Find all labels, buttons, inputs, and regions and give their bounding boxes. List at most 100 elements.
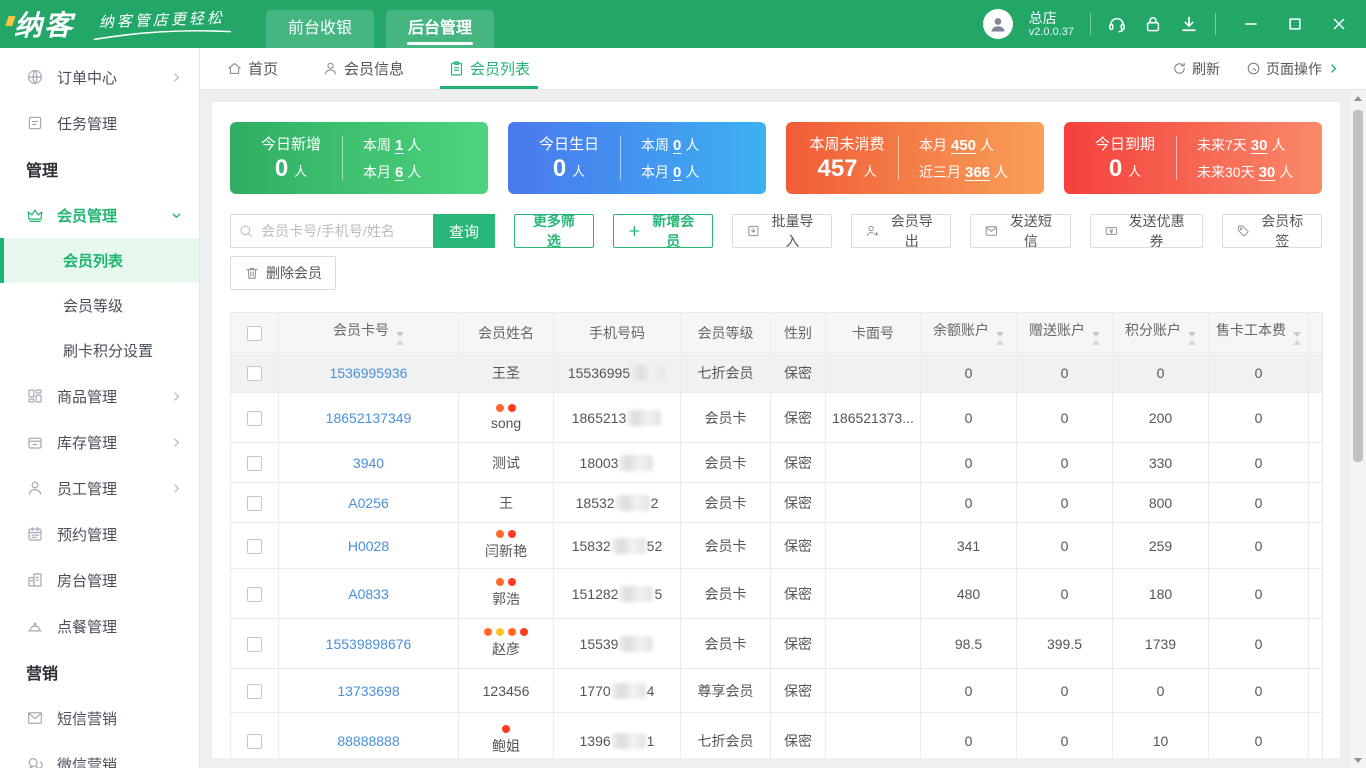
member-card-no-link[interactable]: H0028 — [348, 538, 389, 554]
member-gender-cell: 保密 — [770, 522, 826, 569]
sidebar-item[interactable]: 微信营销 — [0, 741, 199, 768]
row-checkbox[interactable] — [247, 365, 262, 381]
member-card-no-link[interactable]: 18652137349 — [326, 410, 412, 426]
toolbar-button[interactable]: 会员标签 — [1221, 213, 1323, 249]
detail-unit: 人 — [1279, 163, 1294, 180]
content-tab[interactable]: 会员信息 — [322, 48, 404, 89]
table-row[interactable]: 1536995936 王圣 15536995 七折会员 保密 0 0 0 0 — [230, 352, 1323, 393]
sidebar-subitem[interactable]: 会员列表 — [0, 238, 199, 283]
support-headset-icon[interactable] — [1107, 14, 1127, 34]
maximize-button[interactable] — [1286, 15, 1304, 33]
table-row[interactable]: 13733698 123456 1770 4 尊享会员 保密 0 0 0 0 — [230, 668, 1323, 713]
member-card-no-link[interactable]: 13733698 — [337, 683, 399, 699]
sidebar-item-label: 订单中心 — [57, 69, 118, 87]
row-checkbox[interactable] — [247, 455, 262, 471]
gauge-icon — [1246, 61, 1261, 76]
filler-cell — [1308, 482, 1323, 523]
sort-icon[interactable] — [996, 332, 1004, 345]
toolbar-button[interactable]: 更多筛选 — [514, 213, 594, 249]
sidebar-item[interactable]: 商品管理 — [0, 373, 199, 419]
mode-tab[interactable]: 前台收银 — [266, 10, 375, 48]
sidebar-item-label: 短信营销 — [57, 710, 118, 728]
table-row[interactable]: H0028 闫新艳 15832 52 会员卡 保密 341 0 259 0 — [230, 522, 1323, 569]
toolbar-button[interactable]: 发送优惠券 — [1089, 213, 1203, 249]
toolbar-button[interactable]: 新增会员 — [612, 213, 714, 249]
row-checkbox[interactable] — [247, 733, 262, 749]
column-header[interactable]: 赠送账户 — [1016, 312, 1113, 353]
sort-icon[interactable] — [1092, 332, 1100, 345]
sidebar-item[interactable]: 库存管理 — [0, 419, 199, 465]
sidebar-subitem[interactable]: 会员等级 — [0, 283, 199, 328]
table-row[interactable]: 3940 测试 18003 会员卡 保密 0 0 330 0 — [230, 442, 1323, 483]
sidebar-subitem[interactable]: 刷卡积分设置 — [0, 328, 199, 373]
vertical-scrollbar[interactable] — [1350, 90, 1366, 768]
table-row[interactable]: 88888888 鲍姐 1396 1 七折会员 保密 0 0 10 0 — [230, 712, 1323, 758]
sidebar-item[interactable]: 预约管理 — [0, 511, 199, 557]
minimize-button[interactable] — [1242, 15, 1260, 33]
column-header[interactable]: 积分账户 — [1112, 312, 1209, 353]
select-all-checkbox[interactable] — [247, 325, 262, 341]
page-actions-button[interactable]: 页面操作 — [1246, 59, 1340, 79]
avatar[interactable] — [982, 9, 1013, 39]
points-account-cell: 180 — [1112, 568, 1209, 619]
member-card-no-link[interactable]: A0256 — [348, 495, 388, 511]
delete-member-button[interactable]: 删除会员 — [230, 256, 336, 290]
sidebar-item[interactable]: 员工管理 — [0, 465, 199, 511]
sidebar-item[interactable]: 任务管理 — [0, 100, 199, 146]
detail-label: 本月 — [363, 163, 391, 180]
sidebar-item[interactable]: 点餐管理 — [0, 603, 199, 649]
member-name-cell: 王圣 — [458, 352, 554, 393]
column-header[interactable]: 售卡工本费 — [1208, 312, 1309, 353]
table-row[interactable]: 15539898676 赵彦 15539 会员卡 保密 98.5 399.5 1739 0 — [230, 618, 1323, 669]
app-version: v2.0.0.37 — [1028, 25, 1074, 38]
row-checkbox[interactable] — [247, 683, 262, 699]
search-input[interactable] — [230, 214, 433, 248]
stat-card-main: 本周未消费 457 人 — [796, 133, 898, 183]
sidebar-item[interactable]: 会员管理 — [0, 192, 199, 238]
member-card-no-link[interactable]: 15539898676 — [326, 636, 412, 652]
query-button[interactable]: 查询 — [433, 214, 495, 248]
column-header[interactable]: 余额账户 — [920, 312, 1017, 353]
member-card-no-link[interactable]: 1536995936 — [330, 365, 408, 381]
tag-icon — [1236, 223, 1251, 239]
row-checkbox[interactable] — [247, 410, 262, 426]
member-name-cell: 闫新艳 — [458, 522, 554, 569]
sidebar-item[interactable]: 订单中心 — [0, 54, 199, 100]
download-icon[interactable] — [1179, 14, 1199, 34]
scrollbar-down-arrow[interactable] — [1350, 752, 1366, 768]
row-checkbox[interactable] — [247, 636, 262, 652]
stat-card-detail-line: 本周 1 人 — [363, 135, 478, 155]
toolbar-button[interactable]: 批量导入 — [732, 213, 833, 249]
column-header[interactable]: 会员卡号 — [278, 312, 459, 353]
sort-icon[interactable] — [1293, 332, 1301, 345]
content-tab[interactable]: 会员列表 — [440, 48, 539, 89]
titlebar-right: 总店 v2.0.0.37 — [982, 9, 1348, 39]
titlebar-separator — [1215, 13, 1216, 35]
close-button[interactable] — [1330, 15, 1348, 33]
stat-card-detail-line: 本周 0 人 — [641, 135, 756, 155]
detail-number: 30 — [1258, 163, 1276, 181]
content-tab[interactable]: 首页 — [226, 48, 278, 89]
toolbar-button[interactable]: 会员导出 — [851, 213, 952, 249]
row-checkbox[interactable] — [247, 538, 262, 554]
scrollbar-thumb[interactable] — [1353, 110, 1363, 462]
scrollbar-up-arrow[interactable] — [1350, 90, 1366, 106]
member-card-no-link[interactable]: 88888888 — [337, 733, 399, 749]
table-row[interactable]: A0256 王 18532 2 会员卡 保密 0 0 800 0 — [230, 482, 1323, 523]
member-level-cell: 会员卡 — [680, 568, 771, 619]
toolbar-button[interactable]: 发送短信 — [970, 213, 1071, 249]
sort-icon[interactable] — [1188, 332, 1196, 345]
lock-icon[interactable] — [1143, 14, 1163, 34]
member-card-no-link[interactable]: 3940 — [353, 455, 384, 471]
sort-icon[interactable] — [396, 332, 404, 345]
row-checkbox[interactable] — [247, 586, 262, 602]
table-row[interactable]: A0833 郭浩 151282 5 会员卡 保密 480 0 180 0 — [230, 568, 1323, 619]
table-row[interactable]: 18652137349 song 1865213 会员卡 保密 186521373... 0… — [230, 392, 1323, 443]
sidebar-item[interactable]: 房台管理 — [0, 557, 199, 603]
sidebar-item[interactable]: 短信营销 — [0, 695, 199, 741]
member-card-no-link[interactable]: A0833 — [348, 586, 388, 602]
refresh-button[interactable]: 刷新 — [1172, 59, 1220, 79]
stat-card-detail-line: 本月 450 人 — [919, 135, 1034, 155]
row-checkbox[interactable] — [247, 495, 262, 511]
mode-tab[interactable]: 后台管理 — [386, 10, 495, 48]
